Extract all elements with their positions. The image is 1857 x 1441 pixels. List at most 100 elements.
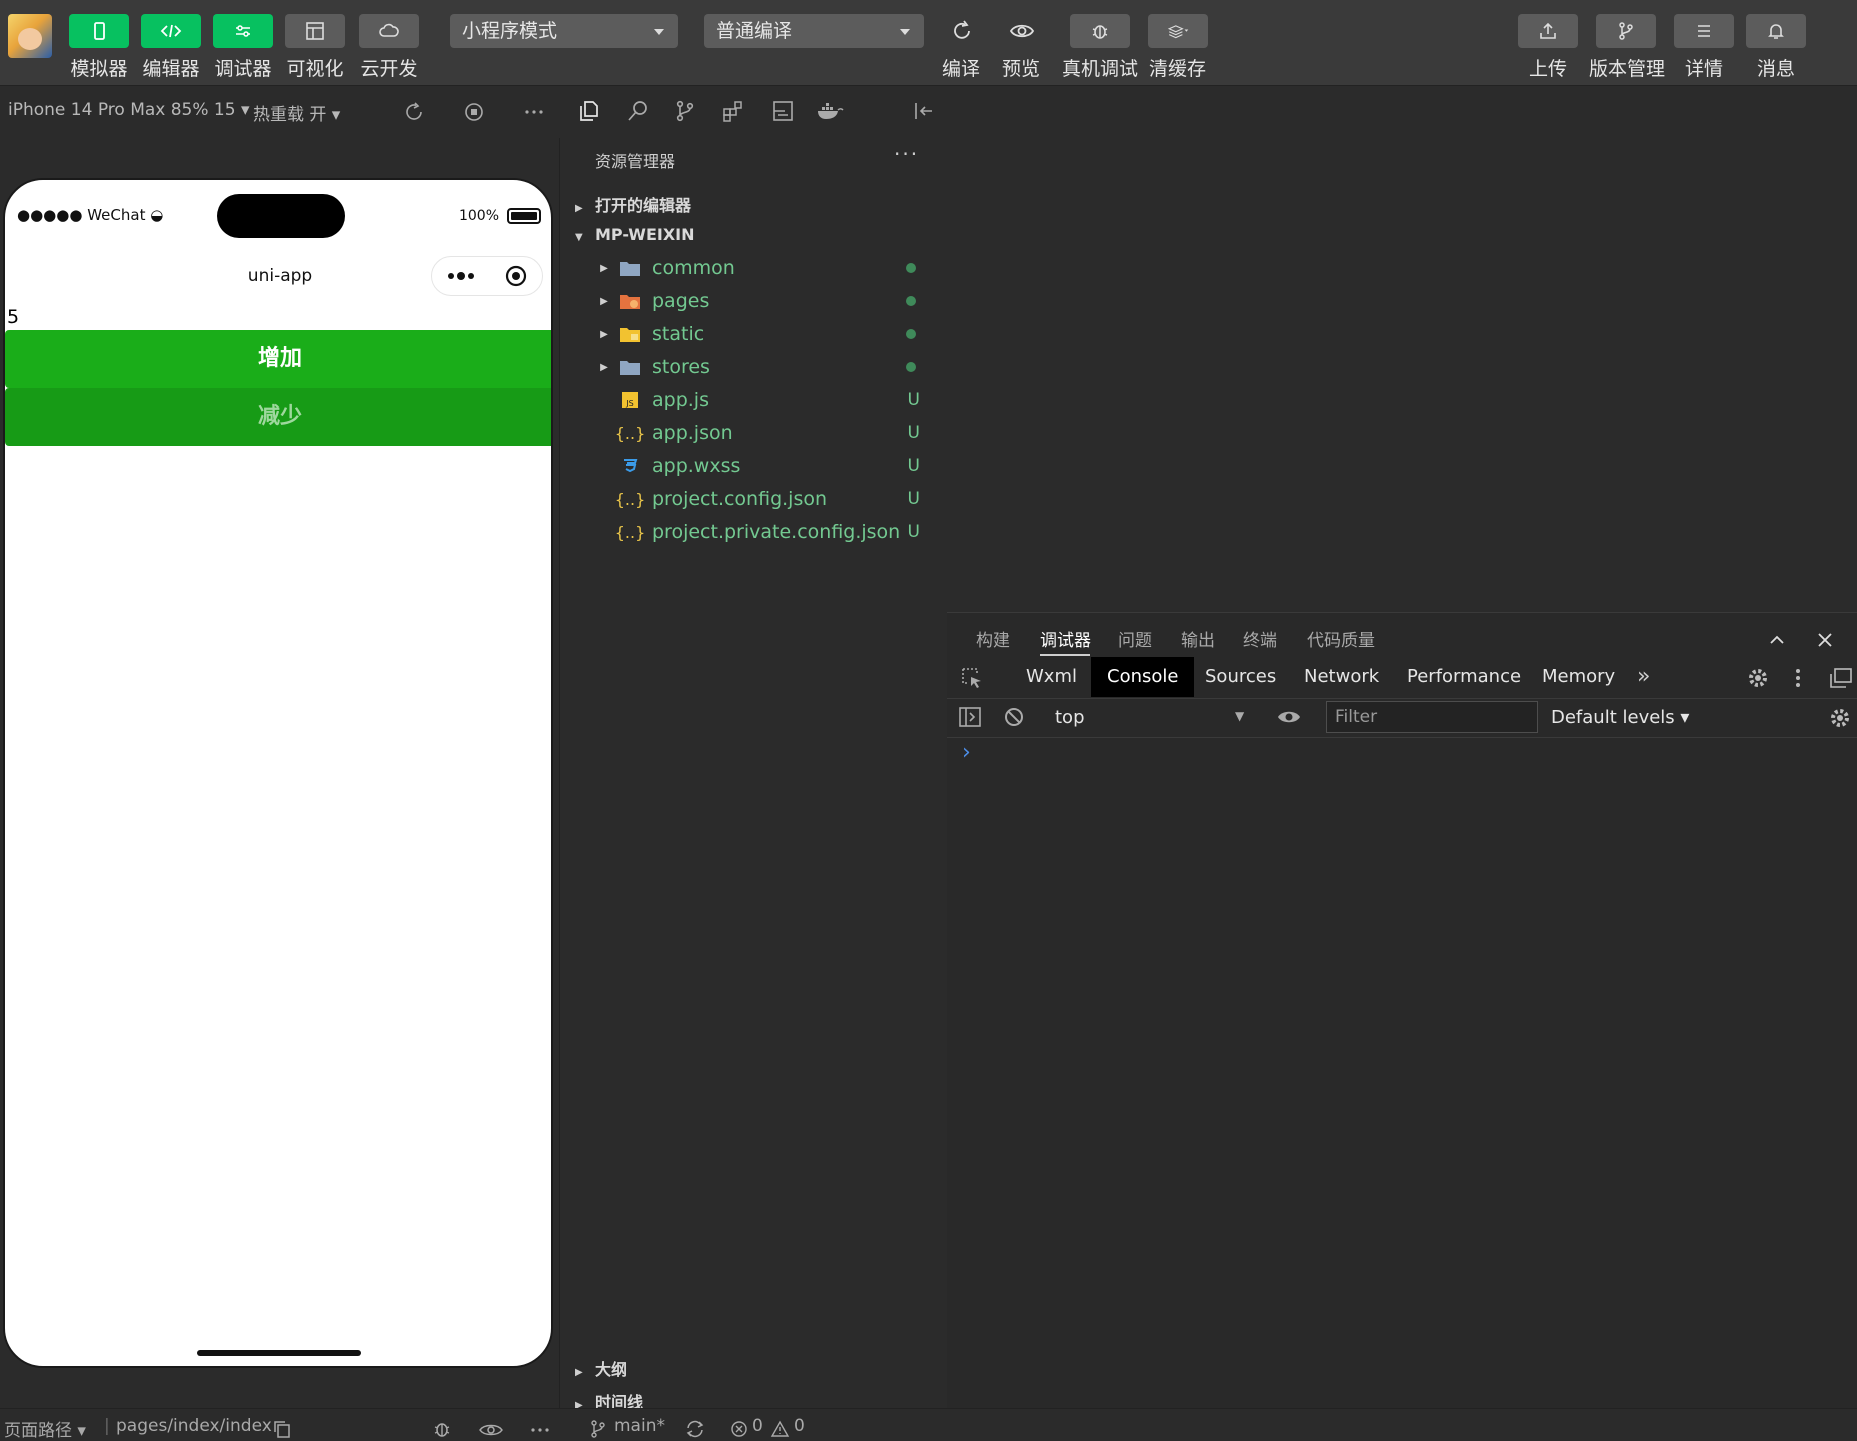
tree-item-app-json[interactable]: {..} app.json U <box>592 417 932 449</box>
tab-code-quality[interactable]: 代码质量 <box>1307 626 1375 651</box>
clear-cache-button[interactable] <box>1148 14 1208 48</box>
messages-button[interactable] <box>1746 14 1806 48</box>
preview-button[interactable] <box>1002 14 1042 48</box>
reload-icon[interactable] <box>403 101 425 123</box>
pages-folder-icon <box>616 291 644 311</box>
mode-select[interactable]: 小程序模式 <box>450 14 678 48</box>
open-editors-section[interactable]: ▶ 打开的编辑器 <box>575 192 691 216</box>
panel-console[interactable]: Console <box>1091 657 1195 697</box>
eye-icon[interactable] <box>478 1420 504 1440</box>
panel-network[interactable]: Network <box>1288 657 1395 697</box>
inspect-element-icon[interactable] <box>960 666 984 690</box>
tree-item-app-wxss[interactable]: app.wxss U <box>592 450 932 482</box>
context-dropdown-icon[interactable]: ▼ <box>1235 709 1244 723</box>
real-device-debug-button[interactable] <box>1070 14 1130 48</box>
tab-build[interactable]: 构建 <box>976 626 1010 651</box>
decrease-button[interactable]: 减少 <box>5 388 551 446</box>
tab-output[interactable]: 输出 <box>1181 626 1215 651</box>
project-section[interactable]: ▼ MP-WEIXIN <box>575 225 695 244</box>
more-panels-icon[interactable]: » <box>1637 664 1650 689</box>
context-select[interactable]: top <box>1055 707 1085 728</box>
search-icon[interactable] <box>626 99 650 123</box>
tab-debugger[interactable]: 调试器 <box>1040 626 1091 651</box>
details-button[interactable] <box>1674 14 1734 48</box>
layout-icon <box>306 22 324 40</box>
panel-sources[interactable]: Sources <box>1189 657 1292 697</box>
tree-item-stores[interactable]: ▶ stores <box>592 351 932 383</box>
version-control-button[interactable] <box>1596 14 1656 48</box>
tree-item-pages[interactable]: ▶ pages <box>592 285 932 317</box>
tree-item-app-js[interactable]: JS app.js U <box>592 384 932 416</box>
editor-toggle-button[interactable] <box>141 14 201 48</box>
sync-icon[interactable] <box>684 1419 706 1439</box>
error-icon[interactable] <box>730 1420 748 1438</box>
panel-wxml[interactable]: Wxml <box>1010 657 1093 697</box>
tree-item-common[interactable]: ▶ common <box>592 252 932 284</box>
js-file-icon: JS <box>616 390 644 410</box>
outline-section[interactable]: ▶ 大纲 <box>575 1356 627 1380</box>
save-icon[interactable] <box>771 99 795 123</box>
live-expression-eye-icon[interactable] <box>1276 706 1302 728</box>
details-label: 详情 <box>1685 58 1724 80</box>
simulator-toggle-button[interactable] <box>69 14 129 48</box>
warning-icon[interactable] <box>770 1420 790 1438</box>
bug-icon[interactable] <box>430 1418 454 1440</box>
tab-problems[interactable]: 问题 <box>1118 626 1152 651</box>
editor-area <box>947 87 1857 612</box>
source-control-icon[interactable] <box>673 99 697 123</box>
tree-item-label: static <box>652 323 705 345</box>
compile-mode-select[interactable]: 普通编译 <box>704 14 924 48</box>
chevron-up-icon[interactable] <box>1767 630 1787 650</box>
panel-memory[interactable]: Memory <box>1526 657 1631 697</box>
editor-label: 编辑器 <box>142 58 200 80</box>
upload-icon <box>1540 22 1556 39</box>
compile-button[interactable] <box>942 14 982 48</box>
console-filter-input[interactable]: Filter <box>1326 701 1538 733</box>
tree-item-label: app.js <box>652 389 709 411</box>
explorer-more-button[interactable]: ··· <box>894 142 919 166</box>
tree-item-project-config[interactable]: {..} project.config.json U <box>592 483 932 515</box>
tab-terminal[interactable]: 终端 <box>1243 626 1277 651</box>
close-miniprogram-icon[interactable] <box>504 264 528 288</box>
hot-reload-select[interactable]: 热重载 开 ▾ <box>253 100 340 125</box>
untracked-badge: U <box>907 522 920 542</box>
cloud-dev-button[interactable] <box>359 14 419 48</box>
more-dots-icon[interactable] <box>446 270 476 282</box>
docker-icon[interactable] <box>816 99 844 123</box>
console-prompt[interactable]: › <box>962 740 971 765</box>
menu-capsule[interactable] <box>431 256 543 296</box>
increase-button[interactable]: 增加 <box>5 330 551 388</box>
stop-icon[interactable] <box>463 101 485 123</box>
cloud-icon <box>379 23 399 37</box>
device-select[interactable]: iPhone 14 Pro Max 85% 15 ▾ <box>8 100 250 120</box>
kebab-menu-icon[interactable] <box>1789 666 1807 690</box>
eye-icon <box>1009 24 1035 38</box>
gear-icon[interactable] <box>1746 666 1770 690</box>
extensions-icon[interactable] <box>721 99 745 123</box>
chevron-right-icon: ▶ <box>575 203 583 214</box>
close-icon[interactable] <box>1815 630 1835 650</box>
undock-icon[interactable] <box>1828 666 1854 690</box>
panel-performance[interactable]: Performance <box>1391 657 1537 697</box>
folder-icon <box>616 357 644 377</box>
more-icon[interactable] <box>522 101 546 123</box>
active-tab-indicator <box>1040 654 1090 656</box>
branch-name[interactable]: main* <box>614 1416 665 1436</box>
more-icon[interactable] <box>528 1420 552 1440</box>
files-icon[interactable] <box>577 99 601 123</box>
debugger-toggle-button[interactable] <box>213 14 273 48</box>
sidebar-toggle-icon[interactable] <box>958 706 982 728</box>
upload-button[interactable] <box>1518 14 1578 48</box>
tree-item-project-private-config[interactable]: {..} project.private.config.json U <box>592 516 932 548</box>
mode-select-value: 小程序模式 <box>462 20 558 42</box>
collapse-panel-icon[interactable] <box>912 99 936 123</box>
console-settings-gear-icon[interactable] <box>1828 706 1852 730</box>
log-levels-select[interactable]: Default levels ▾ <box>1551 707 1689 728</box>
visual-toggle-button[interactable] <box>285 14 345 48</box>
tree-item-static[interactable]: ▶ static <box>592 318 932 350</box>
carrier-label: ●●●●● WeChat ◒ <box>17 206 163 224</box>
clear-console-icon[interactable] <box>1003 706 1025 728</box>
user-avatar[interactable] <box>8 14 52 58</box>
copy-icon[interactable] <box>272 1419 292 1439</box>
page-path-select[interactable]: 页面路径 ▾ <box>4 1416 86 1441</box>
